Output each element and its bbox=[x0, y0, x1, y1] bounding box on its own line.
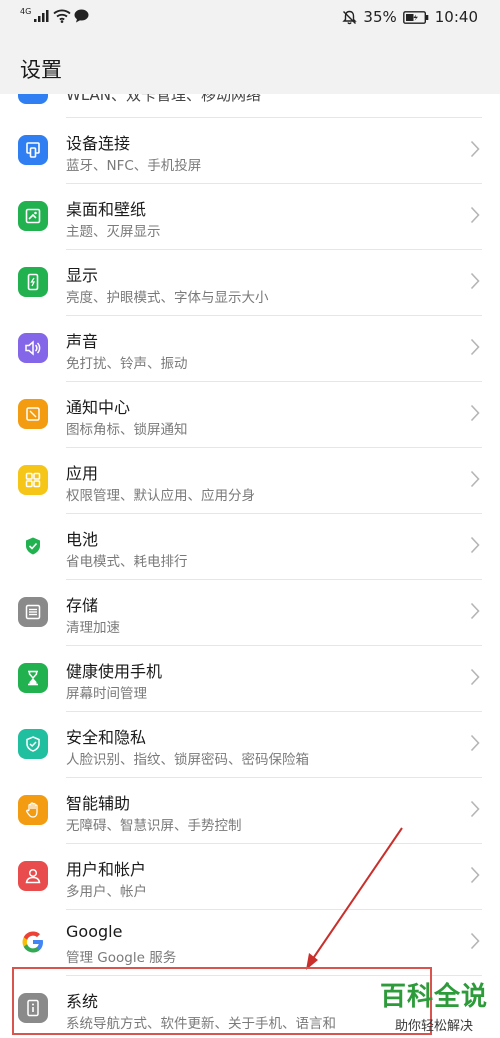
status-left: 4G bbox=[20, 6, 89, 23]
settings-item-title: 电池 bbox=[66, 530, 99, 549]
settings-item-apps[interactable]: 应用 权限管理、默认应用、应用分身 bbox=[0, 448, 500, 514]
storage-icon bbox=[18, 597, 48, 627]
watermark-subtitle: 助你轻松解决 bbox=[394, 1019, 473, 1034]
hourglass-icon bbox=[18, 663, 48, 693]
status-right: 35% 10:40 bbox=[342, 8, 478, 26]
settings-item-subtitle: 免打扰、铃声、振动 bbox=[66, 356, 188, 372]
settings-item-subtitle: 清理加速 bbox=[66, 620, 120, 636]
signal-icon bbox=[34, 10, 49, 22]
chevron-right-icon bbox=[470, 602, 480, 620]
settings-item-title: 应用 bbox=[66, 464, 99, 483]
settings-item-digital-balance[interactable]: 健康使用手机 屏幕时间管理 bbox=[0, 646, 500, 712]
settings-item-title: 声音 bbox=[66, 332, 99, 351]
header: 设置 bbox=[0, 36, 500, 94]
network-icon bbox=[18, 94, 48, 104]
battery-percent: 35% bbox=[363, 8, 397, 26]
settings-item-storage[interactable]: 存储 清理加速 bbox=[0, 580, 500, 646]
settings-list: WLAN、双卡管理、移动网络 设备连接 蓝牙、NFC、手机投屏 桌面和壁纸 主题… bbox=[0, 94, 500, 1038]
settings-item-users-accounts[interactable]: 用户和帐户 多用户、帐户 bbox=[0, 844, 500, 910]
chevron-right-icon bbox=[470, 140, 480, 158]
settings-item-title: 存储 bbox=[66, 596, 99, 615]
wifi-icon bbox=[53, 9, 71, 23]
apps-icon bbox=[18, 465, 48, 495]
settings-item-title: 桌面和壁纸 bbox=[66, 200, 147, 219]
google-icon bbox=[18, 927, 48, 957]
hand-icon bbox=[18, 795, 48, 825]
chevron-right-icon bbox=[470, 866, 480, 884]
settings-item-title: Google bbox=[66, 922, 123, 941]
chevron-right-icon bbox=[470, 932, 480, 950]
chevron-right-icon bbox=[470, 734, 480, 752]
settings-item-display[interactable]: 显示 亮度、护眼模式、字体与显示大小 bbox=[0, 250, 500, 316]
battery-shield-icon bbox=[18, 531, 48, 561]
settings-item-title: 通知中心 bbox=[66, 398, 131, 417]
notification-icon bbox=[18, 399, 48, 429]
settings-item-battery[interactable]: 电池 省电模式、耗电排行 bbox=[0, 514, 500, 580]
settings-item-subtitle: 权限管理、默认应用、应用分身 bbox=[66, 488, 255, 504]
annotation-highlight-box bbox=[12, 967, 432, 1035]
chevron-right-icon bbox=[470, 206, 480, 224]
chevron-right-icon bbox=[470, 272, 480, 290]
watermark-title: 百科全说 bbox=[379, 982, 488, 1012]
settings-item-subtitle: 主题、灭屏显示 bbox=[66, 224, 161, 240]
status-time: 10:40 bbox=[434, 8, 478, 26]
settings-item-title: WLAN、双卡管理、移动网络 bbox=[66, 94, 262, 104]
settings-item-title: 健康使用手机 bbox=[66, 662, 163, 681]
wallpaper-icon bbox=[18, 201, 48, 231]
settings-item-subtitle: 亮度、护眼模式、字体与显示大小 bbox=[66, 290, 269, 306]
user-icon bbox=[18, 861, 48, 891]
settings-item-subtitle: 多用户、帐户 bbox=[66, 884, 147, 900]
settings-item-subtitle: 省电模式、耗电排行 bbox=[66, 554, 188, 570]
sound-icon bbox=[18, 333, 48, 363]
chevron-right-icon bbox=[470, 536, 480, 554]
network-type-label: 4G bbox=[20, 6, 32, 16]
settings-item-subtitle: 屏幕时间管理 bbox=[66, 686, 147, 702]
settings-item-subtitle: 无障碍、智慧识屏、手势控制 bbox=[66, 818, 242, 834]
settings-item-title: 智能辅助 bbox=[66, 794, 131, 813]
settings-item-title: 显示 bbox=[66, 266, 99, 285]
shield-icon bbox=[18, 729, 48, 759]
page-title: 设置 bbox=[20, 58, 62, 82]
chevron-right-icon bbox=[470, 404, 480, 422]
mute-bell-icon bbox=[342, 10, 358, 24]
chevron-right-icon bbox=[470, 470, 480, 488]
settings-item-subtitle: 蓝牙、NFC、手机投屏 bbox=[66, 158, 202, 174]
settings-item-device-connect[interactable]: 设备连接 蓝牙、NFC、手机投屏 bbox=[0, 118, 500, 184]
watermark: 百科全说 助你轻松解决 bbox=[380, 976, 488, 1034]
settings-item-sound[interactable]: 声音 免打扰、铃声、振动 bbox=[0, 316, 500, 382]
settings-item-subtitle: 人脸识别、指纹、锁屏密码、密码保险箱 bbox=[66, 752, 309, 768]
settings-item-title: 安全和隐私 bbox=[66, 728, 147, 747]
settings-item-subtitle: 管理 Google 服务 bbox=[66, 950, 177, 966]
chat-bubble-icon bbox=[74, 9, 89, 23]
chevron-right-icon bbox=[470, 668, 480, 686]
settings-item-title: 用户和帐户 bbox=[66, 860, 147, 879]
settings-item-accessibility[interactable]: 智能辅助 无障碍、智慧识屏、手势控制 bbox=[0, 778, 500, 844]
settings-item-security[interactable]: 安全和隐私 人脸识别、指纹、锁屏密码、密码保险箱 bbox=[0, 712, 500, 778]
settings-item-title: 设备连接 bbox=[66, 134, 131, 153]
settings-item-network[interactable]: WLAN、双卡管理、移动网络 bbox=[0, 94, 500, 118]
settings-item-wallpaper[interactable]: 桌面和壁纸 主题、灭屏显示 bbox=[0, 184, 500, 250]
battery-icon bbox=[402, 10, 429, 24]
settings-item-subtitle: 图标角标、锁屏通知 bbox=[66, 422, 188, 438]
device-connect-icon bbox=[18, 135, 48, 165]
settings-item-notifications[interactable]: 通知中心 图标角标、锁屏通知 bbox=[0, 382, 500, 448]
display-icon bbox=[18, 267, 48, 297]
chevron-right-icon bbox=[470, 338, 480, 356]
chevron-right-icon bbox=[470, 800, 480, 818]
status-bar: 4G 35% 10:40 bbox=[0, 0, 500, 36]
